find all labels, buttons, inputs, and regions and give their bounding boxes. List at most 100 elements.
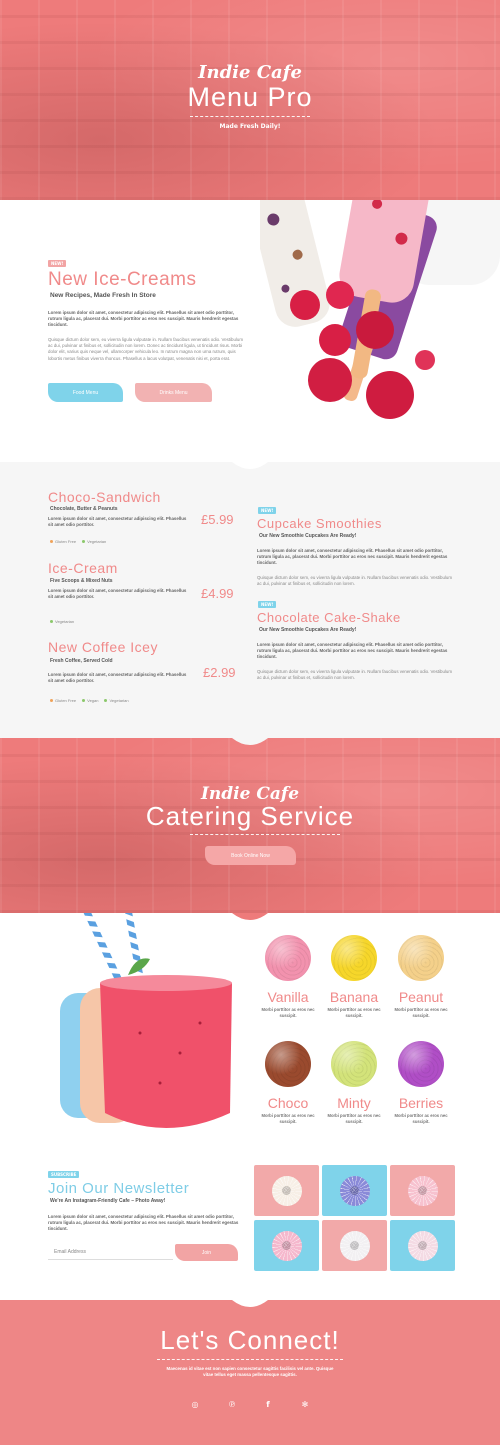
connect-title: Let's Connect! — [160, 1325, 340, 1355]
menu-item-tags: Vegetarian — [50, 619, 74, 624]
flavors-section: Vanilla Morbi porttitor ac eros nec susc… — [0, 913, 500, 1158]
brand-script-title: Indie Cafe — [198, 62, 302, 83]
section-notch — [232, 1300, 268, 1307]
diet-tag: Vegetarian — [50, 619, 74, 624]
menu-item-subtitle: Five Scoops & Mixed Nuts — [50, 578, 113, 584]
flavor-card: Vanilla Morbi porttitor ac eros nec susc… — [253, 935, 323, 1019]
donut-icon — [407, 1175, 438, 1206]
flavor-card: Berries Morbi porttitor ac eros nec susc… — [386, 1041, 456, 1125]
flavor-name: Choco — [267, 1095, 309, 1111]
instagram-photo-tile[interactable] — [322, 1165, 387, 1216]
flavor-description: Morbi porttitor ac eros nec suscipit. — [327, 1007, 381, 1018]
newsletter-title: Join Our Newsletter — [48, 1180, 190, 1197]
diet-tag: Vegetarian — [82, 539, 106, 544]
book-online-button[interactable]: Book Online Now — [205, 846, 296, 865]
special-item-name: Chocolate Cake-Shake — [257, 610, 401, 625]
subscribe-badge: SUBSCRIBE — [48, 1171, 80, 1178]
instagram-photo-tile[interactable] — [322, 1220, 387, 1271]
special-item-subtitle: Our New Smoothie Cupcakes Are Ready! — [259, 533, 357, 539]
flavor-name: Banana — [329, 989, 379, 1005]
flavor-card: Minty Morbi porttitor ac eros nec suscip… — [319, 1041, 389, 1125]
join-button[interactable]: Join — [175, 1244, 238, 1261]
flavor-description: Morbi porttitor ac eros nec suscipit. — [261, 1007, 315, 1018]
instagram-photo-tile[interactable] — [254, 1165, 319, 1216]
diet-tag: Vegan — [82, 698, 98, 703]
menu-item-price: £2.99 — [203, 665, 236, 680]
instagram-photo-tile[interactable] — [254, 1220, 319, 1271]
newsletter-paragraph: Lorem ipsum dolor sit amet, consectetur … — [48, 1214, 239, 1232]
menu-item-price: £5.99 — [201, 512, 234, 527]
donut-icon — [271, 1230, 302, 1261]
tag-dot-icon — [50, 540, 53, 543]
section-subtitle: New Recipes, Made Fresh In Store — [50, 292, 156, 299]
berries-scoop-icon — [398, 1041, 444, 1087]
food-menu-button[interactable]: Food Menu — [48, 383, 123, 402]
new-badge: NEW! — [48, 260, 67, 267]
flavor-description: Morbi porttitor ac eros nec suscipit. — [261, 1113, 315, 1124]
special-item-paragraph: Lorem ipsum dolor sit amet, consectetur … — [257, 548, 448, 566]
email-field[interactable]: Email Address — [48, 1244, 173, 1260]
menu-item-name: Ice-Cream — [48, 560, 118, 576]
menu-item-subtitle: Fresh Coffee, Served Cold — [50, 658, 113, 664]
special-item-paragraph-secondary: Quisque dictum dolor sem, eu viverra lig… — [257, 669, 452, 681]
special-item-name: Cupcake Smoothies — [257, 516, 382, 531]
section-notch — [232, 738, 268, 745]
catering-section: Indie Cafe Catering Service Book Online … — [0, 738, 500, 913]
connect-section: Let's Connect! Maecenas id vitae est non… — [0, 1300, 500, 1445]
pinterest-icon[interactable]: ℗ — [225, 1397, 239, 1411]
flavor-description: Morbi porttitor ac eros nec suscipit. — [394, 1113, 448, 1124]
donut-icon — [339, 1230, 370, 1261]
title-divider — [190, 116, 310, 117]
intro-paragraph-secondary: Quisque dictum dolor sem, eu viverra lig… — [48, 337, 243, 361]
peanut-scoop-icon — [398, 935, 444, 981]
page-title: Menu Pro — [187, 82, 313, 112]
diet-tag: Gluten Free — [50, 698, 76, 703]
special-item-paragraph: Lorem ipsum dolor sit amet, consectetur … — [257, 642, 448, 660]
flavor-name: Berries — [398, 1095, 444, 1111]
menu-item-name: New Coffee Icey — [48, 639, 158, 655]
instagram-photo-tile[interactable] — [390, 1165, 455, 1216]
intro-paragraph: Lorem ipsum dolor sit amet, consectetur … — [48, 310, 239, 328]
flavor-card: Peanut Morbi porttitor ac eros nec susci… — [386, 935, 456, 1019]
tag-dot-icon — [50, 699, 53, 702]
menu-item-price: £4.99 — [201, 586, 234, 601]
facebook-icon[interactable]: f — [261, 1397, 275, 1411]
flavor-card: Choco Morbi porttitor ac eros nec suscip… — [253, 1041, 323, 1125]
new-badge: NEW! — [258, 601, 277, 608]
tag-dot-icon — [82, 699, 86, 702]
newsletter-subtitle: We're An Instagram-Friendly Cafe – Photo… — [50, 1198, 166, 1204]
title-divider — [157, 1359, 343, 1360]
new-ice-creams-section: NEW! New Ice-Creams New Recipes, Made Fr… — [0, 200, 500, 462]
instagram-photo-tile[interactable] — [390, 1220, 455, 1271]
diet-tag: Gluten Free — [50, 539, 76, 544]
new-badge: NEW! — [258, 507, 277, 514]
popsicles-illustration — [260, 200, 500, 419]
hero-subtitle: Made Fresh Daily! — [219, 123, 281, 130]
menu-item-description: Lorem ipsum dolor sit amet, consectetur … — [48, 588, 187, 600]
catering-title: Catering Service — [145, 801, 355, 831]
flavor-description: Morbi porttitor ac eros nec suscipit. — [394, 1007, 448, 1018]
choco-scoop-icon — [265, 1041, 311, 1087]
menu-item-description: Lorem ipsum dolor sit amet, consectetur … — [48, 516, 187, 528]
yelp-icon[interactable]: ✻ — [298, 1397, 312, 1411]
donut-icon — [339, 1175, 370, 1206]
menu-item-name: Choco-Sandwich — [48, 489, 161, 505]
banana-scoop-icon — [331, 935, 377, 981]
tag-dot-icon — [50, 620, 53, 623]
menu-section: Choco-Sandwich Chocolate, Butter & Peanu… — [0, 462, 500, 738]
diet-tag: Vegetarian — [104, 698, 129, 703]
tag-dot-icon — [82, 540, 86, 543]
section-title: New Ice-Creams — [48, 269, 197, 290]
drinks-menu-button[interactable]: Drinks Menu — [135, 383, 212, 402]
instagram-icon[interactable]: ◎ — [188, 1397, 202, 1411]
donut-icon — [271, 1175, 302, 1206]
minty-scoop-icon — [331, 1041, 377, 1087]
flavor-name: Minty — [337, 1095, 371, 1111]
hero-section: Indie Cafe Menu Pro Made Fresh Daily! — [0, 0, 500, 200]
donut-icon — [407, 1230, 438, 1261]
special-item-subtitle: Our New Smoothie Cupcakes Are Ready! — [259, 627, 357, 633]
smoothie-illustration — [55, 913, 232, 1128]
flavor-name: Peanut — [398, 989, 444, 1005]
flavor-description: Morbi porttitor ac eros nec suscipit. — [327, 1113, 381, 1124]
menu-item-subtitle: Chocolate, Butter & Peanuts — [50, 506, 118, 512]
